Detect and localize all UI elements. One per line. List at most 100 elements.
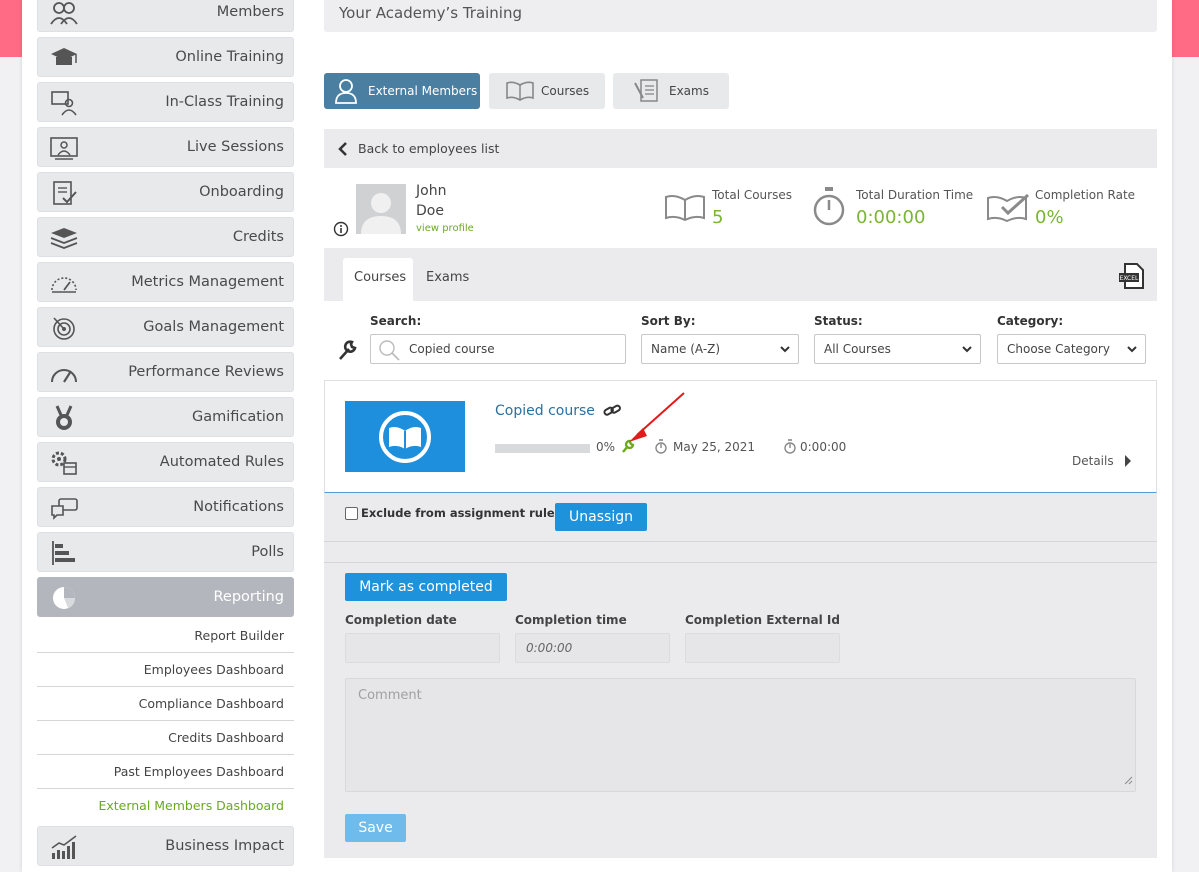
speedometer-icon	[48, 357, 80, 389]
sidebar-item-gamification[interactable]: Gamification	[37, 397, 294, 437]
sidebar-item-onboarding[interactable]: Onboarding	[37, 172, 294, 212]
sidebar-item-label: In-Class Training	[165, 94, 284, 110]
tab-label: External Members	[368, 84, 478, 98]
tab-external-members[interactable]: External Members	[324, 73, 480, 109]
sidebar-item-online-training[interactable]: Online Training	[37, 37, 294, 77]
layers-icon	[48, 222, 80, 254]
sidebar-subitem-external-members-dashboard[interactable]: External Members Dashboard	[37, 789, 294, 823]
sidebar-item-metrics-management[interactable]: Metrics Management	[37, 262, 294, 302]
chevron-left-icon	[338, 141, 348, 156]
sidebar-subitem-past-employees-dashboard[interactable]: Past Employees Dashboard	[37, 755, 294, 789]
pie-chart-icon	[48, 582, 80, 614]
sidebar-item-label: Online Training	[175, 49, 284, 65]
mark-completed-button[interactable]: Mark as completed	[345, 573, 507, 601]
sidebar-item-label: Members	[216, 4, 284, 20]
sidebar-subitem-employees-dashboard[interactable]: Employees Dashboard	[37, 653, 294, 687]
comment-textarea[interactable]: Comment	[345, 678, 1136, 792]
unassign-button[interactable]: Unassign	[555, 503, 647, 531]
course-date: May 25, 2021	[673, 440, 756, 454]
sidebar-item-reporting[interactable]: Reporting	[37, 577, 294, 617]
sidebar-item-label: Gamification	[191, 409, 284, 425]
total-duration-value: 0:00:00	[856, 207, 926, 228]
classroom-icon	[48, 87, 80, 119]
page-title: Your Academy’s Training	[324, 0, 1157, 32]
details-link[interactable]: Details	[1072, 454, 1132, 468]
subtab-exams[interactable]: Exams	[426, 270, 469, 285]
completion-external-id-field[interactable]	[685, 633, 840, 663]
wrench-icon[interactable]	[338, 339, 358, 366]
members-icon	[48, 0, 80, 29]
completion-external-id-label: Completion External Id	[685, 613, 840, 627]
svg-text:EXCEL: EXCEL	[1120, 275, 1139, 282]
profile-first-name: John	[416, 183, 447, 199]
gear-calendar-icon	[48, 447, 80, 479]
sidebar-item-label: Business Impact	[165, 838, 284, 854]
tab-courses[interactable]: Courses	[489, 73, 605, 109]
gauge-icon	[48, 267, 80, 299]
course-duration: 0:00:00	[800, 440, 847, 454]
completion-time-field[interactable]: 0:00:00	[515, 633, 670, 663]
medal-icon	[48, 402, 80, 434]
details-label: Details	[1072, 454, 1114, 468]
sidebar-item-goals-management[interactable]: Goals Management	[37, 307, 294, 347]
sidebar-item-automated-rules[interactable]: Automated Rules	[37, 442, 294, 482]
tab-label: Exams	[669, 84, 709, 98]
total-courses-value: 5	[712, 207, 724, 228]
sidebar-item-in-class-training[interactable]: In-Class Training	[37, 82, 294, 122]
tab-label: Courses	[541, 84, 590, 98]
info-icon[interactable]	[333, 221, 349, 242]
category-select[interactable]: Choose Category	[997, 334, 1146, 364]
book-check-icon	[986, 193, 1030, 228]
course-thumbnail[interactable]	[345, 401, 465, 472]
excel-export-icon[interactable]: EXCEL	[1117, 262, 1147, 295]
profile-last-name: Doe	[416, 203, 444, 219]
sidebar-item-notifications[interactable]: Notifications	[37, 487, 294, 527]
trend-chart-icon	[48, 831, 80, 863]
status-label: Status:	[814, 314, 863, 328]
save-button[interactable]: Save	[345, 814, 406, 842]
sidebar-item-polls[interactable]: Polls	[37, 532, 294, 572]
sidebar-item-business-impact[interactable]: Business Impact	[37, 826, 294, 866]
subtab-courses[interactable]: Courses	[343, 258, 413, 301]
sidebar-item-label: Reporting	[213, 589, 285, 605]
completion-rate-value: 0%	[1035, 207, 1064, 228]
view-profile-link[interactable]: view profile	[416, 223, 474, 234]
avatar[interactable]	[356, 184, 406, 234]
completion-date-label: Completion date	[345, 613, 457, 627]
stopwatch-icon	[654, 439, 668, 459]
back-to-employees-link[interactable]: Back to employees list	[324, 129, 1157, 168]
tab-exams[interactable]: Exams	[613, 73, 729, 109]
resize-handle-icon[interactable]	[1123, 774, 1133, 789]
search-label: Search:	[370, 314, 422, 328]
search-input[interactable]: Copied course	[370, 334, 626, 364]
search-value: Copied course	[409, 342, 495, 356]
sidebar-item-label: Metrics Management	[131, 274, 284, 290]
book-logo-icon	[379, 410, 431, 463]
course-title-link[interactable]: Copied course	[495, 403, 595, 419]
chevron-right-icon	[1124, 454, 1132, 468]
sidebar-item-live-sessions[interactable]: Live Sessions	[37, 127, 294, 167]
completion-date-field[interactable]	[345, 633, 500, 663]
stopwatch-icon	[811, 186, 847, 233]
sidebar-item-members[interactable]: Members	[37, 0, 294, 32]
exclude-label: Exclude from assignment rules	[361, 506, 562, 520]
link-icon[interactable]	[603, 404, 621, 423]
sidebar-item-label: Live Sessions	[186, 139, 284, 155]
total-courses-label: Total Courses	[712, 188, 792, 202]
sidebar-item-performance-reviews[interactable]: Performance Reviews	[37, 352, 294, 392]
sidebar-item-label: Credits	[232, 229, 284, 245]
exclude-checkbox[interactable]	[345, 507, 358, 520]
status-select[interactable]: All Courses	[814, 334, 981, 364]
category-label: Category:	[997, 314, 1064, 328]
exam-paper-icon	[633, 78, 661, 104]
sort-select[interactable]: Name (A-Z)	[641, 334, 799, 364]
sidebar-subitem-compliance-dashboard[interactable]: Compliance Dashboard	[37, 687, 294, 721]
sidebar-item-credits[interactable]: Credits	[37, 217, 294, 257]
sort-label: Sort By:	[641, 314, 696, 328]
sidebar-subitem-report-builder[interactable]: Report Builder	[37, 619, 294, 653]
status-value: All Courses	[824, 342, 891, 356]
category-value: Choose Category	[1007, 342, 1110, 356]
open-book-icon	[664, 193, 706, 228]
divider	[324, 562, 1157, 563]
sidebar-subitem-credits-dashboard[interactable]: Credits Dashboard	[37, 721, 294, 755]
